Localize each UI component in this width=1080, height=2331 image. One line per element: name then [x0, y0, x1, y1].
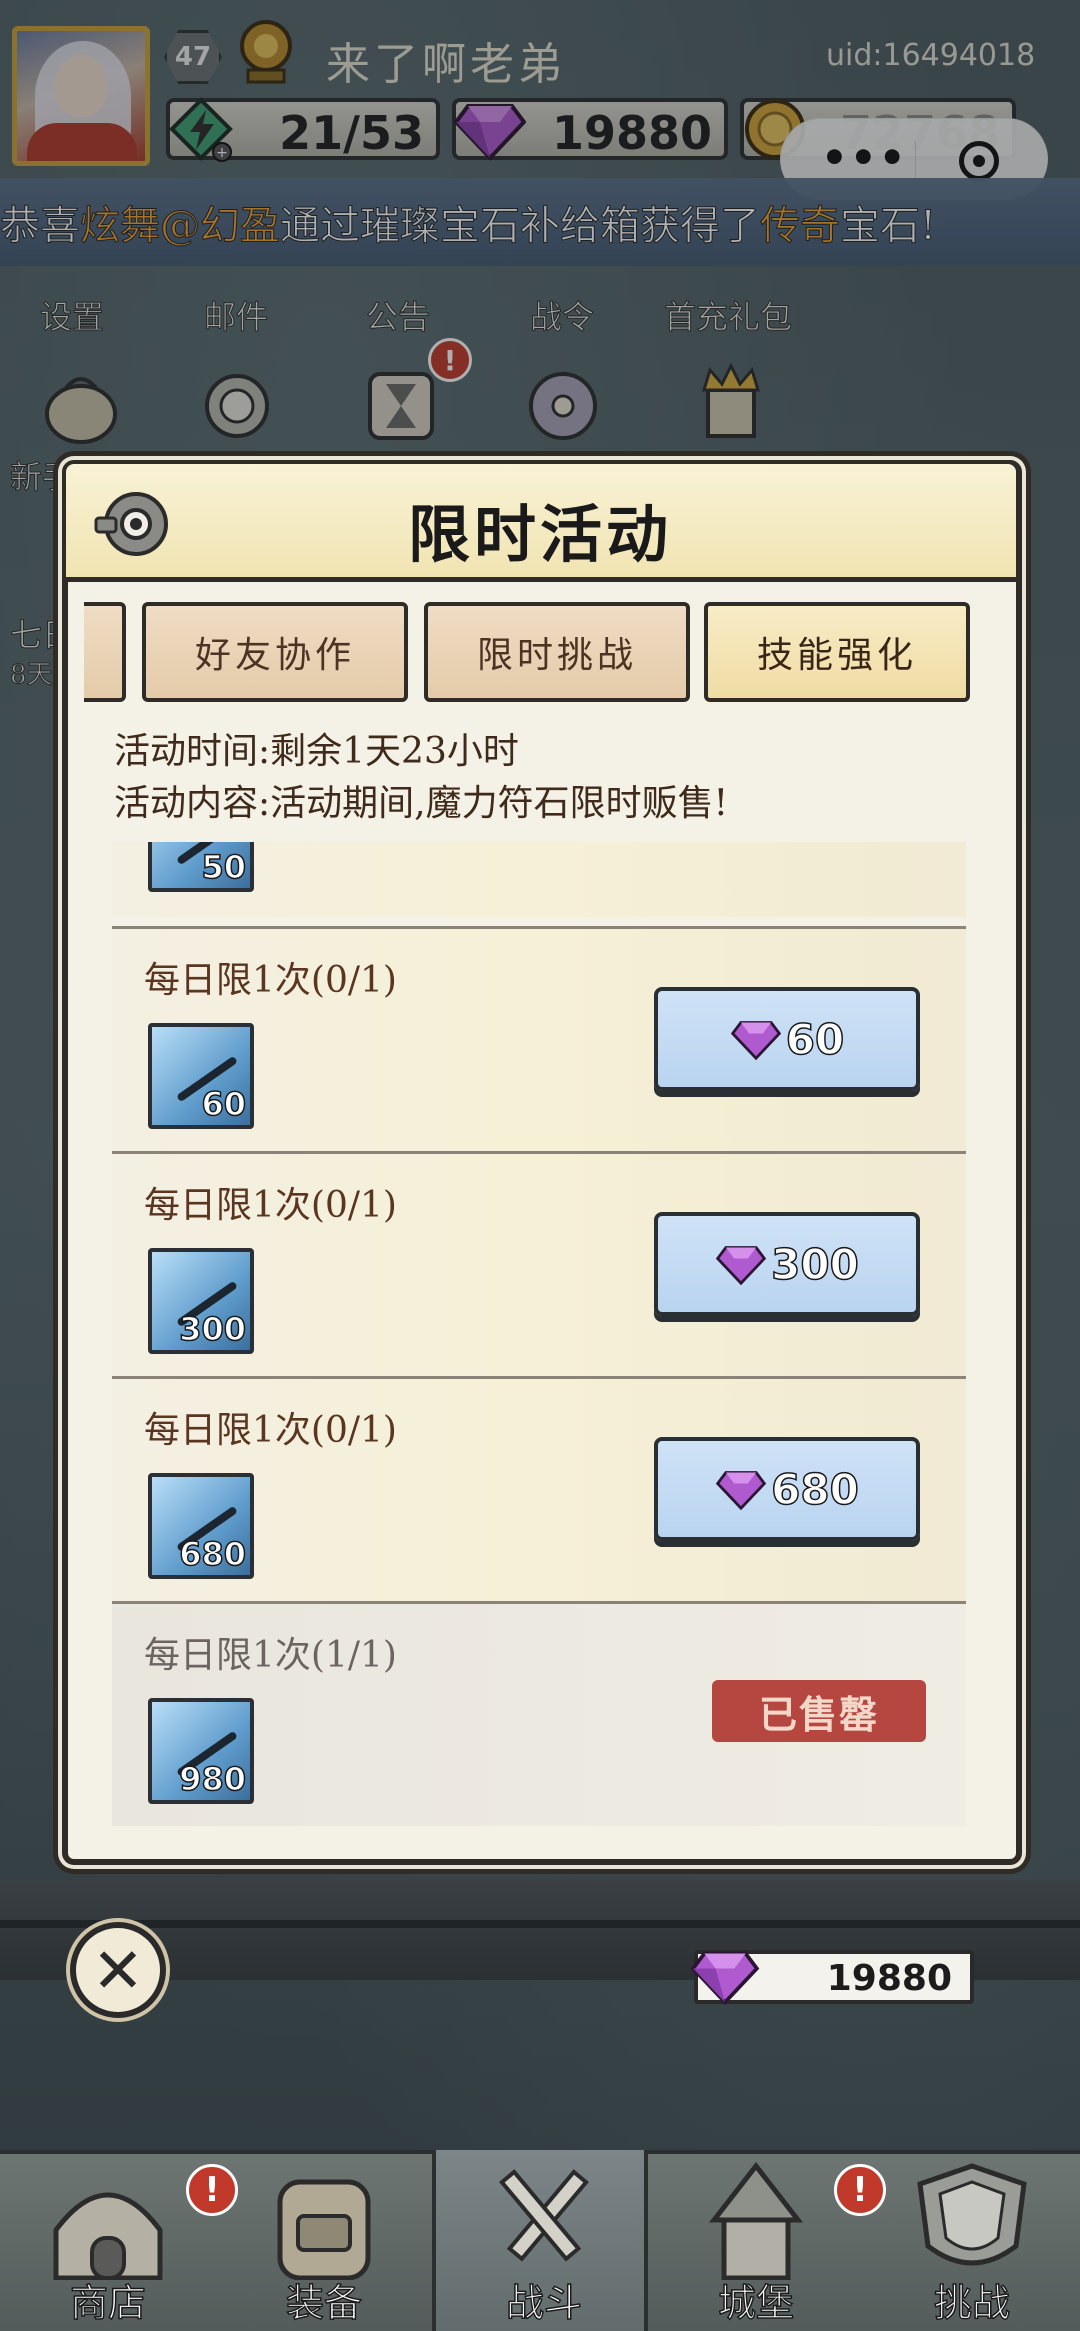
item-count: 980 — [178, 1759, 246, 1799]
price-label: 300 — [770, 1239, 859, 1290]
gem-icon — [715, 1246, 767, 1286]
daily-limit-label: 每日限1次(0/1) — [144, 1410, 397, 1451]
offer-row: 每日限1次(0/1) 60 60 — [112, 926, 966, 1151]
gem-icon — [715, 1471, 767, 1511]
nav-label: 装备 — [285, 2280, 363, 2326]
popup-title: 限时活动 — [407, 498, 672, 571]
buy-button[interactable]: 300 — [654, 1212, 920, 1316]
event-content-label: 活动内容:活动期间,魔力符石限时贩售! — [114, 783, 729, 824]
price-label: 680 — [770, 1464, 859, 1515]
nav-equipment[interactable]: 装备 — [216, 2150, 432, 2331]
daily-limit-label: 每日限1次(0/1) — [144, 1185, 397, 1226]
rune-stone-icon: 680 — [148, 1473, 254, 1579]
gem-icon — [690, 1951, 760, 2005]
nav-label: 商店 — [69, 2280, 147, 2326]
backpack-icon — [277, 2179, 371, 2280]
daily-limit-label: 每日限1次(0/1) — [144, 960, 397, 1001]
tab-skill-enhance[interactable]: 技能强化 — [704, 602, 970, 702]
rune-stone-icon: 50 — [148, 842, 254, 892]
item-count: 50 — [201, 847, 247, 887]
rail-divider — [0, 1920, 1080, 1928]
rune-stone-icon: 60 — [148, 1023, 254, 1129]
event-time-label: 活动时间:剩余1天23小时 — [114, 731, 519, 772]
tab-previous-partial[interactable] — [84, 602, 126, 702]
nav-label: 城堡 — [717, 2280, 795, 2326]
offer-row: 每日限1次(1/1) 980 已售罄 — [112, 1601, 966, 1826]
offer-row: 每日限1次(0/1) 300 300 — [112, 1151, 966, 1376]
rune-stone-icon: 300 — [148, 1248, 254, 1354]
crossed-swords-icon — [499, 2169, 589, 2262]
nav-challenge[interactable]: 挑战 — [864, 2150, 1080, 2331]
rune-stone-icon: 980 — [148, 1698, 254, 1804]
offer-list[interactable]: 50 每日限1次(0/1) 60 60 每日限1次(0/1) 300 300 每… — [112, 842, 966, 1827]
item-count: 300 — [178, 1309, 246, 1349]
close-button[interactable]: ✕ — [70, 1922, 166, 2018]
nav-shop[interactable]: 商店 ! — [0, 2150, 238, 2331]
price-label: 60 — [785, 1014, 845, 1065]
nav-battle[interactable]: 战斗 — [432, 2150, 648, 2331]
gem-icon — [730, 1021, 781, 1061]
item-count: 680 — [178, 1534, 246, 1574]
tab-friend-coop[interactable]: 好友协作 — [142, 602, 408, 702]
sold-out-badge: 已售罄 — [712, 1680, 926, 1742]
nav-castle[interactable]: 城堡 ! — [648, 2150, 886, 2331]
shop-hut-icon — [53, 2192, 163, 2280]
tab-limited-challenge[interactable]: 限时挑战 — [424, 602, 690, 702]
nav-label: 战斗 — [505, 2280, 583, 2326]
item-count: 60 — [201, 1084, 247, 1124]
offer-row: 每日限1次(0/1) 680 680 — [112, 1376, 966, 1601]
shield-icon — [917, 2163, 1027, 2266]
buy-button[interactable]: 680 — [654, 1437, 920, 1541]
nav-label: 挑战 — [933, 2280, 1011, 2326]
daily-limit-label: 每日限1次(1/1) — [144, 1635, 397, 1676]
buy-button[interactable]: 60 — [654, 987, 920, 1091]
wizard-castle-icon — [708, 2161, 804, 2280]
offer-row: 50 — [112, 842, 966, 917]
gear-ring-icon — [94, 492, 168, 556]
gem-balance-value: 19880 — [826, 1958, 952, 1999]
